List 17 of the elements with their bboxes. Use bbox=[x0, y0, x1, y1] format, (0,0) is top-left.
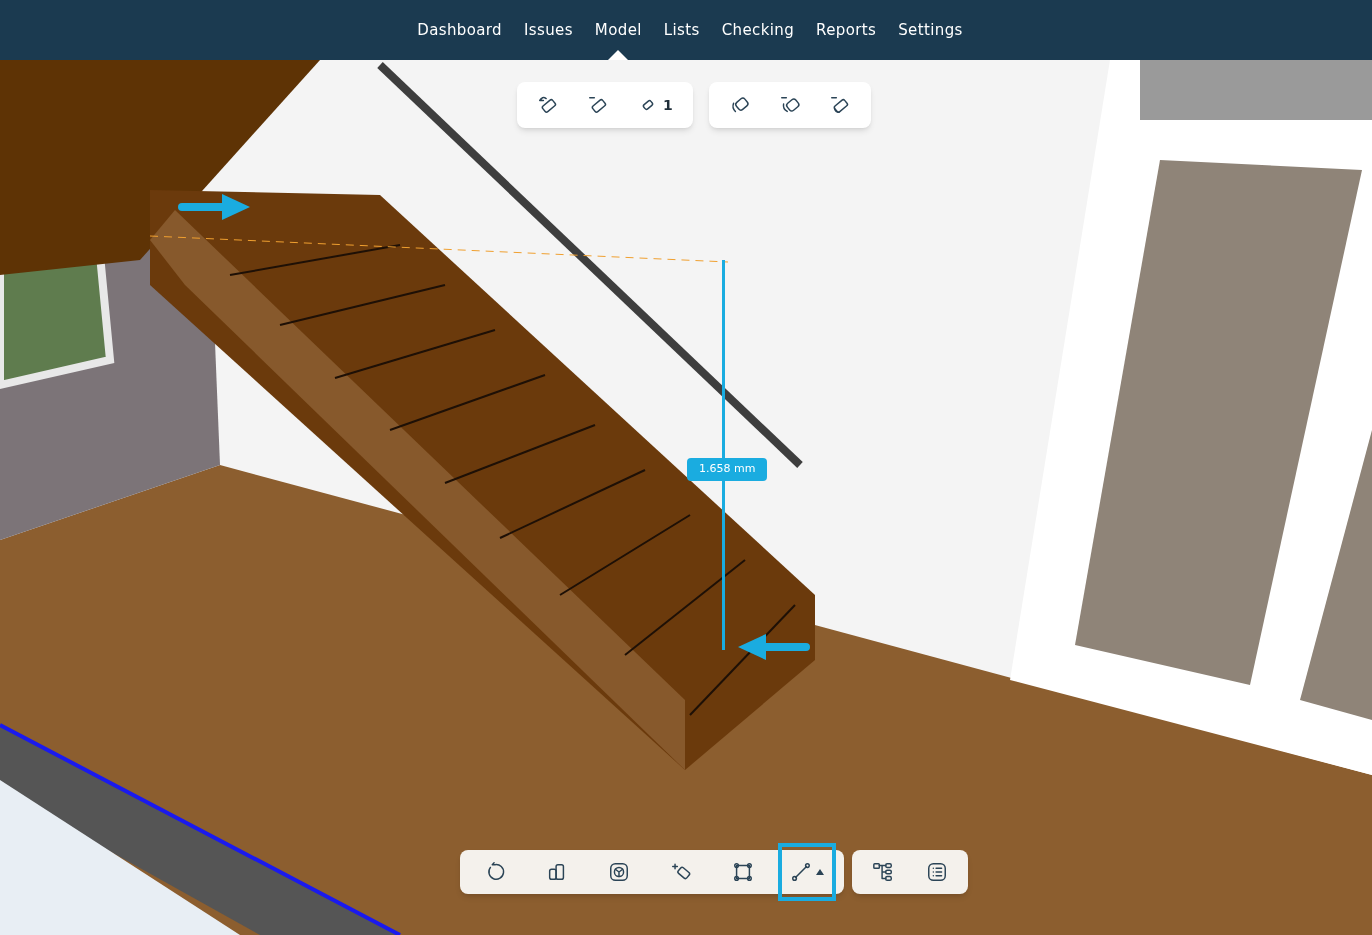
bounding-box-icon bbox=[732, 861, 754, 883]
nav-tab[interactable]: Issues bbox=[515, 0, 582, 60]
cube-icon bbox=[608, 861, 630, 883]
nav-tab[interactable]: Settings bbox=[889, 0, 972, 60]
nav-tab[interactable]: Dashboard bbox=[408, 0, 511, 60]
nav-tab[interactable]: Checking bbox=[712, 0, 804, 60]
nav-tab[interactable]: Reports bbox=[807, 0, 886, 60]
measurements-button[interactable]: 1 bbox=[633, 90, 677, 120]
measurement-label: 1.658 mm bbox=[687, 458, 768, 481]
list-icon bbox=[926, 861, 948, 883]
arrow-left-icon bbox=[738, 634, 810, 660]
measure-line-button[interactable] bbox=[778, 843, 836, 901]
line-segment-icon bbox=[790, 861, 812, 883]
caret-icon bbox=[816, 869, 824, 875]
arrow-right-icon bbox=[178, 194, 250, 220]
hierarchy-icon bbox=[872, 861, 894, 883]
nav-tab[interactable]: Lists bbox=[654, 0, 709, 60]
